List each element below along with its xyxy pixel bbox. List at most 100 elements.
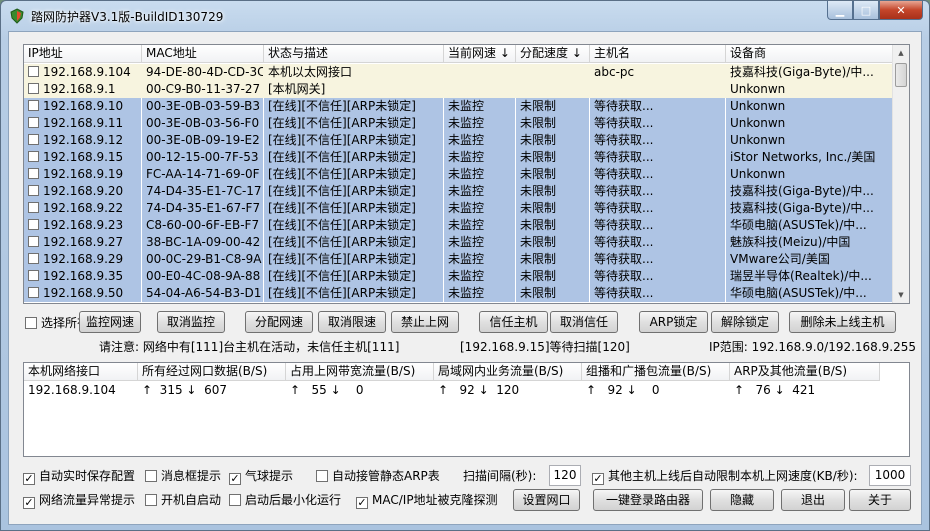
table-row[interactable]: 192.168.9.23 C8-60-00-6F-EB-F7 [在线][不信任][A… [24,217,894,234]
col-ip-cell: 192.168.9.22 [24,200,142,217]
cancel-monitor-button[interactable]: 取消监控 [157,311,225,333]
header-col-speed[interactable]: 当前网速 ↓ [444,45,516,63]
row-checkbox[interactable] [28,168,39,179]
header-col-mac[interactable]: MAC地址 [142,45,264,63]
checkmark-icon: ✓ [23,472,35,485]
row-checkbox[interactable] [28,100,39,111]
monitor-speed-button[interactable]: 监控网速 [79,311,141,333]
col-limit-cell: 未限制 [516,183,590,200]
row-checkbox[interactable] [28,287,39,298]
row-checkbox[interactable] [28,134,39,145]
balloon-checkbox[interactable]: ✓ 气球提示 [229,468,293,485]
header-col-hostname[interactable]: 主机名 [590,45,726,63]
row-checkbox[interactable] [28,185,39,196]
maximize-icon: □ [860,3,872,17]
cancel-limit-button[interactable]: 取消限速 [318,311,386,333]
row-checkbox[interactable] [28,270,39,281]
table-row[interactable]: 192.168.9.15 00-12-15-00-7F-53 [在线][不信任][A… [24,149,894,166]
table-row[interactable]: 192.168.9.35 00-E0-4C-08-9A-88 [在线][不信任][A… [24,268,894,285]
header-col-arp[interactable]: ARP及其他流量(B/S) [730,363,880,381]
auto-limit-label: 其他主机上线后自动限制本机上网速度(KB/秒): [608,469,858,483]
table-row[interactable]: 192.168.9.11 00-3E-0B-03-56-F0 [在线][不信任][A… [24,115,894,132]
scan-interval-input[interactable]: 120 [549,465,581,486]
col-limit-cell: 未限制 [516,132,590,149]
row-checkbox[interactable] [28,151,39,162]
table-row[interactable]: 192.168.9.50 54-04-A6-54-B3-D1 [在线][不信任][A… [24,285,894,302]
about-button[interactable]: 关于 [849,489,911,511]
header-col-ip[interactable]: IP地址 [24,45,142,63]
scan-status: [192.168.9.15]等待扫描[120] [460,340,630,354]
table-row[interactable]: 192.168.9.1 00-C9-B0-11-37-27 [本机网关] Unkonw… [24,81,894,98]
auto-limit-checkbox[interactable]: ✓ 其他主机上线后自动限制本机上网速度(KB/秒): [592,468,858,485]
checkbox-icon [25,317,37,329]
traffic-list[interactable]: 本机网络接口 所有经过网口数据(B/S) 占用上网带宽流量(B/S) 局域网内业务流量… [23,362,910,457]
scroll-up-icon[interactable]: ▲ [893,45,909,61]
table-row[interactable]: 192.168.9.104 94-DE-80-4D-CD-3C 本机以太网接口 abc… [24,64,894,81]
table-row[interactable]: 192.168.9.29 00-0C-29-B1-C8-9A [在线][不信任][A… [24,251,894,268]
col-limit-cell [516,81,590,98]
set-port-button[interactable]: 设置网口 [513,489,580,511]
hosts-list[interactable]: IP地址 MAC地址 状态与描述 当前网速 ↓ 分配速度 ↓ 主机名 设备商 192.168… [23,44,910,304]
col-limit-cell [516,64,590,81]
maximize-button[interactable]: □ [853,1,879,20]
traffic-alert-checkbox[interactable]: ✓ 网络流量异常提示 [23,492,135,509]
start-minimized-checkbox[interactable]: 启动后最小化运行 [229,492,341,508]
row-checkbox[interactable] [28,202,39,213]
row-checkbox[interactable] [28,117,39,128]
table-row[interactable]: 192.168.9.19 FC-AA-14-71-69-0F [在线][不信任][A… [24,166,894,183]
table-row[interactable]: 192.168.9.20 74-D4-35-E1-7C-17 [在线][不信任][A… [24,183,894,200]
header-col-limit[interactable]: 分配速度 ↓ [516,45,590,63]
header-col-vendor[interactable]: 设备商 [726,45,894,63]
assign-speed-button[interactable]: 分配网速 [245,311,313,333]
autostart-checkbox[interactable]: 开机自启动 [145,492,221,508]
msgbox-checkbox[interactable]: 消息框提示 [145,468,221,484]
unlock-arp-button[interactable]: 解除锁定 [711,311,779,333]
traffic-row[interactable]: 192.168.9.104 ↑ 315 ↓ 607 ↑ 55 ↓ 0 ↑ 92 ↓ 1… [24,382,880,399]
header-col-multicast[interactable]: 组播和广播包流量(B/S) [582,363,730,381]
row-checkbox[interactable] [28,219,39,230]
trust-host-button[interactable]: 信任主机 [479,311,548,333]
row-checkbox[interactable] [28,236,39,247]
table-row[interactable]: 192.168.9.12 00-3E-0B-09-19-E2 [在线][不信任][A… [24,132,894,149]
header-col-bandwidth[interactable]: 占用上网带宽流量(B/S) [286,363,434,381]
auto-save-checkbox[interactable]: ✓ 自动实时保存配置 [23,468,136,485]
col-status-cell: [在线][不信任][ARP未锁定] [264,115,444,132]
app-shield-icon [10,8,24,24]
table-row[interactable]: 192.168.9.22 74-D4-35-E1-67-F7 [在线][不信任][A… [24,200,894,217]
col-limit-cell: 未限制 [516,268,590,285]
exit-button[interactable]: 退出 [781,489,845,511]
arp-lock-button[interactable]: ARP锁定 [639,311,708,333]
block-internet-button[interactable]: 禁止上网 [391,311,459,333]
scroll-thumb[interactable] [895,63,907,87]
static-arp-checkbox[interactable]: 自动接管静态ARP表 [316,468,440,484]
table-row[interactable]: 192.168.9.10 00-3E-0B-03-59-B3 [在线][不信任][A… [24,98,894,115]
row-checkbox[interactable] [28,83,39,94]
auto-limit-input[interactable]: 1000 [869,465,911,486]
login-router-button[interactable]: 一键登录路由器 [593,489,703,511]
table-row[interactable]: 192.168.9.27 38-BC-1A-09-00-42 [在线][不信任][A… [24,234,894,251]
auto-save-label: 自动实时保存配置 [39,469,136,483]
header-col-interface[interactable]: 本机网络接口 [24,363,138,381]
col-mac-cell: 74-D4-35-E1-7C-17 [142,183,264,200]
hide-button[interactable]: 隐藏 [710,489,774,511]
header-col-status[interactable]: 状态与描述 [264,45,444,63]
hosts-scrollbar[interactable]: ▲ ▼ [892,45,909,303]
col-status-cell: [在线][不信任][ARP未锁定] [264,183,444,200]
col-hostname-cell: abc-pc [590,64,726,81]
col-limit-cell: 未限制 [516,200,590,217]
col-speed-cell: 未监控 [444,217,516,234]
header-col-lan[interactable]: 局域网内业务流量(B/S) [434,363,582,381]
clone-detect-checkbox[interactable]: ✓ MAC/IP地址被克隆探测 [356,492,498,509]
checkbox-icon [316,470,328,482]
minimize-button[interactable]: ▁ [827,1,853,20]
close-button[interactable]: ✕ [879,1,923,20]
col-speed-cell [444,81,516,98]
cancel-trust-button[interactable]: 取消信任 [550,311,618,333]
col-mac-cell: 00-E0-4C-08-9A-88 [142,268,264,285]
row-checkbox[interactable] [28,66,39,77]
title-bar[interactable]: 踏网防护器V3.1版-BuildID130729 ▁ □ ✕ [1,1,929,31]
row-checkbox[interactable] [28,253,39,264]
delete-offline-button[interactable]: 删除未上线主机 [789,311,896,333]
scroll-down-icon[interactable]: ▼ [893,287,909,303]
header-col-all-data[interactable]: 所有经过网口数据(B/S) [138,363,286,381]
